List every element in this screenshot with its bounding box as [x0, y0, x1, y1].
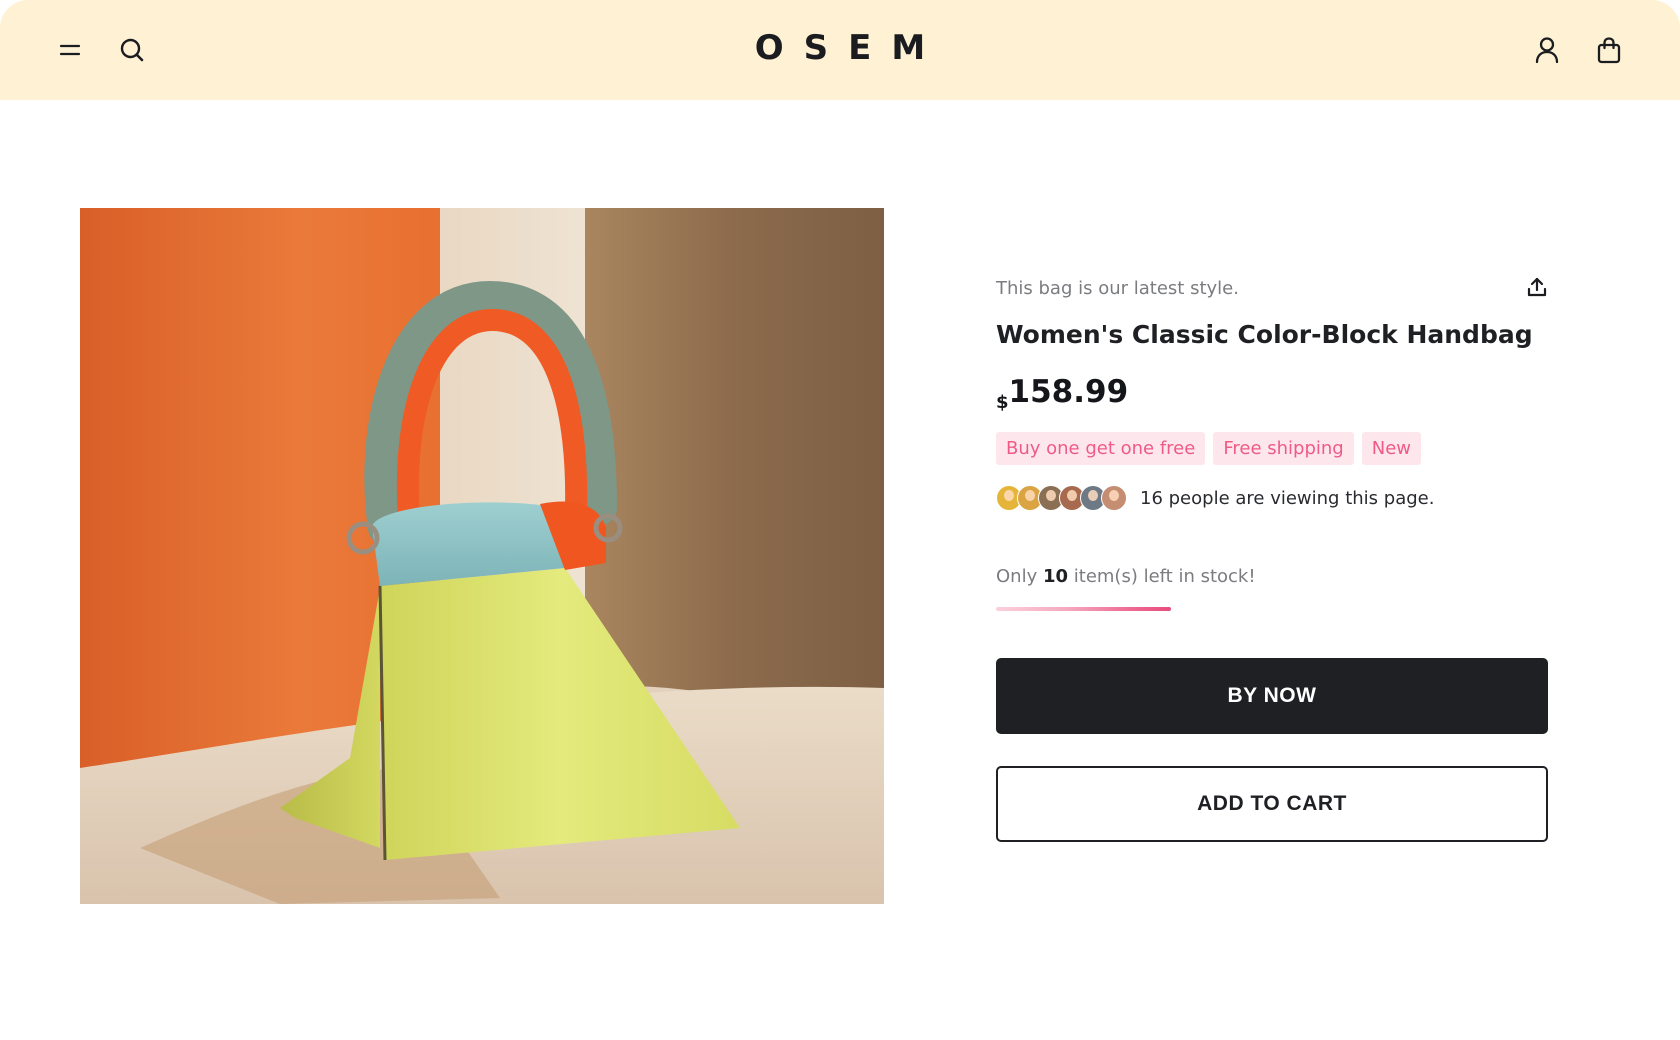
- stock-prefix: Only: [996, 566, 1038, 587]
- product-image[interactable]: [80, 208, 884, 904]
- add-to-cart-button[interactable]: ADD TO CART: [996, 766, 1548, 842]
- viewers-count-text: 16 people are viewing this page.: [1140, 487, 1435, 509]
- product-tagline: This bag is our latest style.: [996, 278, 1239, 299]
- share-icon[interactable]: [1524, 274, 1550, 300]
- page-frame: OSEM This bag is our latest style. Women…: [0, 0, 1680, 1040]
- user-icon[interactable]: [1531, 34, 1563, 66]
- viewer-avatars: [996, 485, 1127, 511]
- search-icon[interactable]: [116, 34, 148, 66]
- price-currency: $: [996, 392, 1009, 413]
- product-title: Women's Classic Color-Block Handbag: [996, 320, 1533, 349]
- badge-bogo: Buy one get one free: [996, 432, 1206, 465]
- buy-now-button[interactable]: BY NOW: [996, 658, 1548, 734]
- viewers-row: 16 people are viewing this page.: [996, 485, 1434, 511]
- shopping-bag-icon[interactable]: [1593, 34, 1625, 66]
- brand-logo: OSEM: [0, 28, 1680, 68]
- stock-progress-bar: [996, 607, 1171, 611]
- menu-icon[interactable]: [54, 34, 86, 66]
- brand-logo-text[interactable]: OSEM: [755, 28, 945, 68]
- stock-suffix: item(s) left in stock!: [1073, 566, 1256, 587]
- avatar: [1101, 485, 1127, 511]
- stock-message: Only 10 item(s) left in stock!: [996, 566, 1256, 587]
- site-header: OSEM: [0, 0, 1680, 100]
- promo-badges: Buy one get one free Free shipping New: [996, 432, 1422, 465]
- price-amount: 158.99: [1008, 374, 1129, 410]
- badge-new: New: [1361, 432, 1422, 465]
- product-price: $158.99: [996, 374, 1128, 413]
- stock-progress-fill: [996, 607, 1171, 611]
- stock-count: 10: [1042, 566, 1069, 587]
- badge-free-shipping: Free shipping: [1213, 432, 1354, 465]
